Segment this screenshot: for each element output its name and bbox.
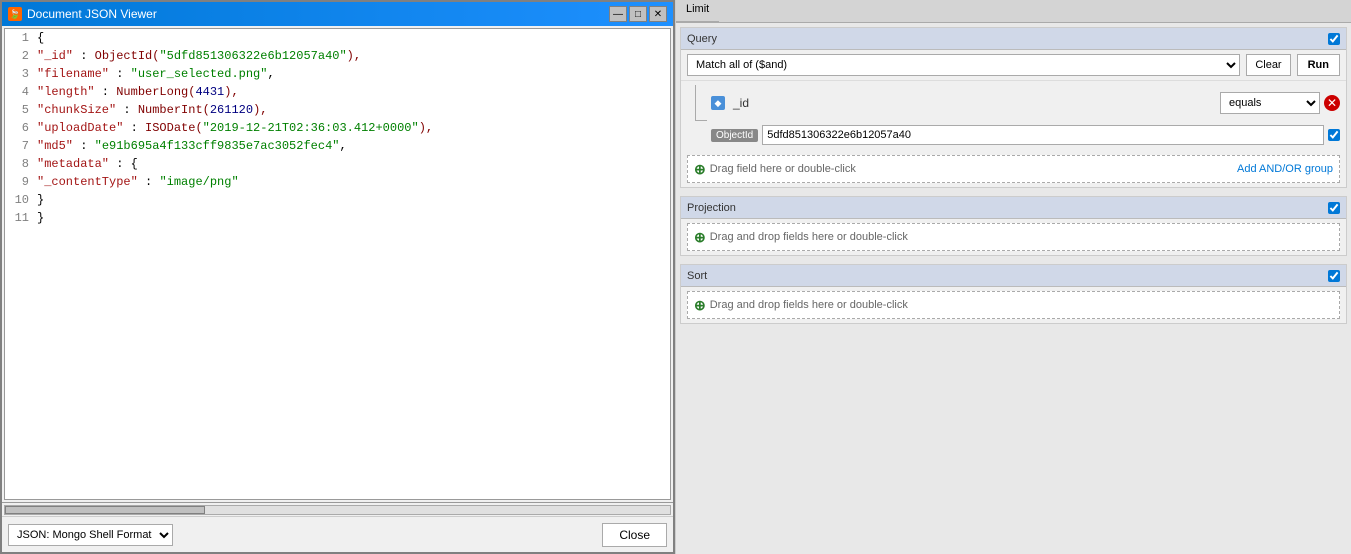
- filter-area: ◆ _id equals not equals greater than les…: [681, 81, 1346, 151]
- window-close-button[interactable]: ✕: [649, 6, 667, 22]
- line-number: 2: [9, 49, 37, 63]
- sort-drag-plus-icon: ⊕: [694, 297, 706, 314]
- code-line: 6 "uploadDate" : ISODate("2019-12-21T02:…: [5, 121, 670, 139]
- filter-field-name: _id: [729, 94, 1216, 112]
- sort-drag-text: ⊕ Drag and drop fields here or double-cl…: [694, 297, 908, 314]
- operator-select[interactable]: equals not equals greater than less than…: [1220, 92, 1320, 114]
- drag-plus-icon: ⊕: [694, 161, 706, 178]
- code-line: 4 "length" : NumberLong(4431),: [5, 85, 670, 103]
- scroll-track[interactable]: [4, 505, 671, 515]
- code-line: 7 "md5" : "e91b695a4f133cff9835e7ac3052f…: [5, 139, 670, 157]
- run-button[interactable]: Run: [1297, 54, 1340, 76]
- code-line: 1{: [5, 31, 670, 49]
- query-drag-area: ⊕ Drag field here or double-click Add AN…: [687, 155, 1340, 183]
- maximize-button[interactable]: □: [629, 6, 647, 22]
- line-number: 3: [9, 67, 37, 81]
- projection-drag-area: ⊕ Drag and drop fields here or double-cl…: [687, 223, 1340, 251]
- query-drag-text: ⊕ Drag field here or double-click: [694, 161, 856, 178]
- code-line: 10 }: [5, 193, 670, 211]
- horizontal-scrollbar[interactable]: [2, 502, 673, 516]
- line-content: "length" : NumberLong(4431),: [37, 85, 666, 99]
- line-content: }: [37, 211, 666, 225]
- window-controls: — □ ✕: [609, 6, 667, 22]
- sort-header: Sort: [681, 265, 1346, 287]
- app-icon: 🍃: [8, 7, 22, 21]
- query-section: Query Match all of ($and) Clear Run ◆ _i…: [680, 27, 1347, 188]
- query-section-header: Query: [681, 28, 1346, 50]
- bottom-bar: JSON: Mongo Shell Format Close: [2, 516, 673, 552]
- code-line: 3 "filename" : "user_selected.png",: [5, 67, 670, 85]
- line-number: 10: [9, 193, 37, 207]
- line-number: 9: [9, 175, 37, 189]
- tabs-bar: Limit: [676, 0, 1351, 23]
- minimize-button[interactable]: —: [609, 6, 627, 22]
- value-input[interactable]: [762, 125, 1324, 145]
- code-line: 8 "metadata" : {: [5, 157, 670, 175]
- projection-header: Projection: [681, 197, 1346, 219]
- projection-title: Projection: [687, 202, 736, 214]
- line-number: 5: [9, 103, 37, 117]
- projection-drag-plus-icon: ⊕: [694, 229, 706, 246]
- match-select[interactable]: Match all of ($and): [687, 54, 1240, 76]
- sort-drag-area: ⊕ Drag and drop fields here or double-cl…: [687, 291, 1340, 319]
- window-title: Document JSON Viewer: [27, 7, 157, 21]
- value-type-badge: ObjectId: [711, 129, 758, 142]
- sort-title: Sort: [687, 270, 707, 282]
- titlebar: 🍃 Document JSON Viewer — □ ✕: [2, 2, 673, 26]
- query-title: Query: [687, 33, 717, 45]
- filter-field-row: ◆ _id equals not equals greater than les…: [687, 85, 1340, 121]
- filter-indent: [687, 85, 707, 121]
- sort-section: Sort ⊕ Drag and drop fields here or doub…: [680, 264, 1347, 324]
- sort-checkbox[interactable]: [1328, 270, 1340, 282]
- filter-value-row: ObjectId: [687, 125, 1340, 145]
- line-content: {: [37, 31, 666, 45]
- line-content: "chunkSize" : NumberInt(261120),: [37, 103, 666, 117]
- line-number: 11: [9, 211, 37, 225]
- scroll-thumb[interactable]: [5, 506, 205, 514]
- line-content: "md5" : "e91b695a4f133cff9835e7ac3052fec…: [37, 139, 666, 153]
- code-line: 11}: [5, 211, 670, 229]
- line-number: 7: [9, 139, 37, 153]
- right-content: Query Match all of ($and) Clear Run ◆ _i…: [676, 23, 1351, 554]
- line-content: "_contentType" : "image/png": [37, 175, 666, 189]
- projection-drag-text: ⊕ Drag and drop fields here or double-cl…: [694, 229, 908, 246]
- value-checkbox[interactable]: [1328, 129, 1340, 141]
- right-panel: Limit Query Match all of ($and) Clear Ru…: [675, 0, 1351, 554]
- titlebar-left: 🍃 Document JSON Viewer: [8, 7, 157, 21]
- line-content: "filename" : "user_selected.png",: [37, 67, 666, 81]
- add-group-link[interactable]: Add AND/OR group: [1237, 163, 1333, 175]
- line-content: "uploadDate" : ISODate("2019-12-21T02:36…: [37, 121, 666, 135]
- line-number: 1: [9, 31, 37, 45]
- line-content: }: [37, 193, 666, 207]
- code-line: 9 "_contentType" : "image/png": [5, 175, 670, 193]
- close-button[interactable]: Close: [602, 523, 667, 547]
- filter-remove-button[interactable]: ✕: [1324, 95, 1340, 111]
- projection-checkbox[interactable]: [1328, 202, 1340, 214]
- line-number: 8: [9, 157, 37, 171]
- query-toolbar: Match all of ($and) Clear Run: [681, 50, 1346, 81]
- line-number: 4: [9, 85, 37, 99]
- field-icon: ◆: [711, 96, 725, 110]
- line-number: 6: [9, 121, 37, 135]
- query-checkbox[interactable]: [1328, 33, 1340, 45]
- line-content: "metadata" : {: [37, 157, 666, 171]
- line-content: "_id" : ObjectId("5dfd851306322e6b12057a…: [37, 49, 666, 63]
- limit-tab[interactable]: Limit: [676, 0, 719, 22]
- clear-button[interactable]: Clear: [1246, 54, 1290, 76]
- code-line: 5 "chunkSize" : NumberInt(261120),: [5, 103, 670, 121]
- format-select[interactable]: JSON: Mongo Shell Format: [8, 524, 173, 546]
- code-line: 2 "_id" : ObjectId("5dfd851306322e6b1205…: [5, 49, 670, 67]
- document-json-viewer-window: 🍃 Document JSON Viewer — □ ✕ 1{2 "_id" :…: [0, 0, 675, 554]
- code-area: 1{2 "_id" : ObjectId("5dfd851306322e6b12…: [4, 28, 671, 500]
- projection-section: Projection ⊕ Drag and drop fields here o…: [680, 196, 1347, 256]
